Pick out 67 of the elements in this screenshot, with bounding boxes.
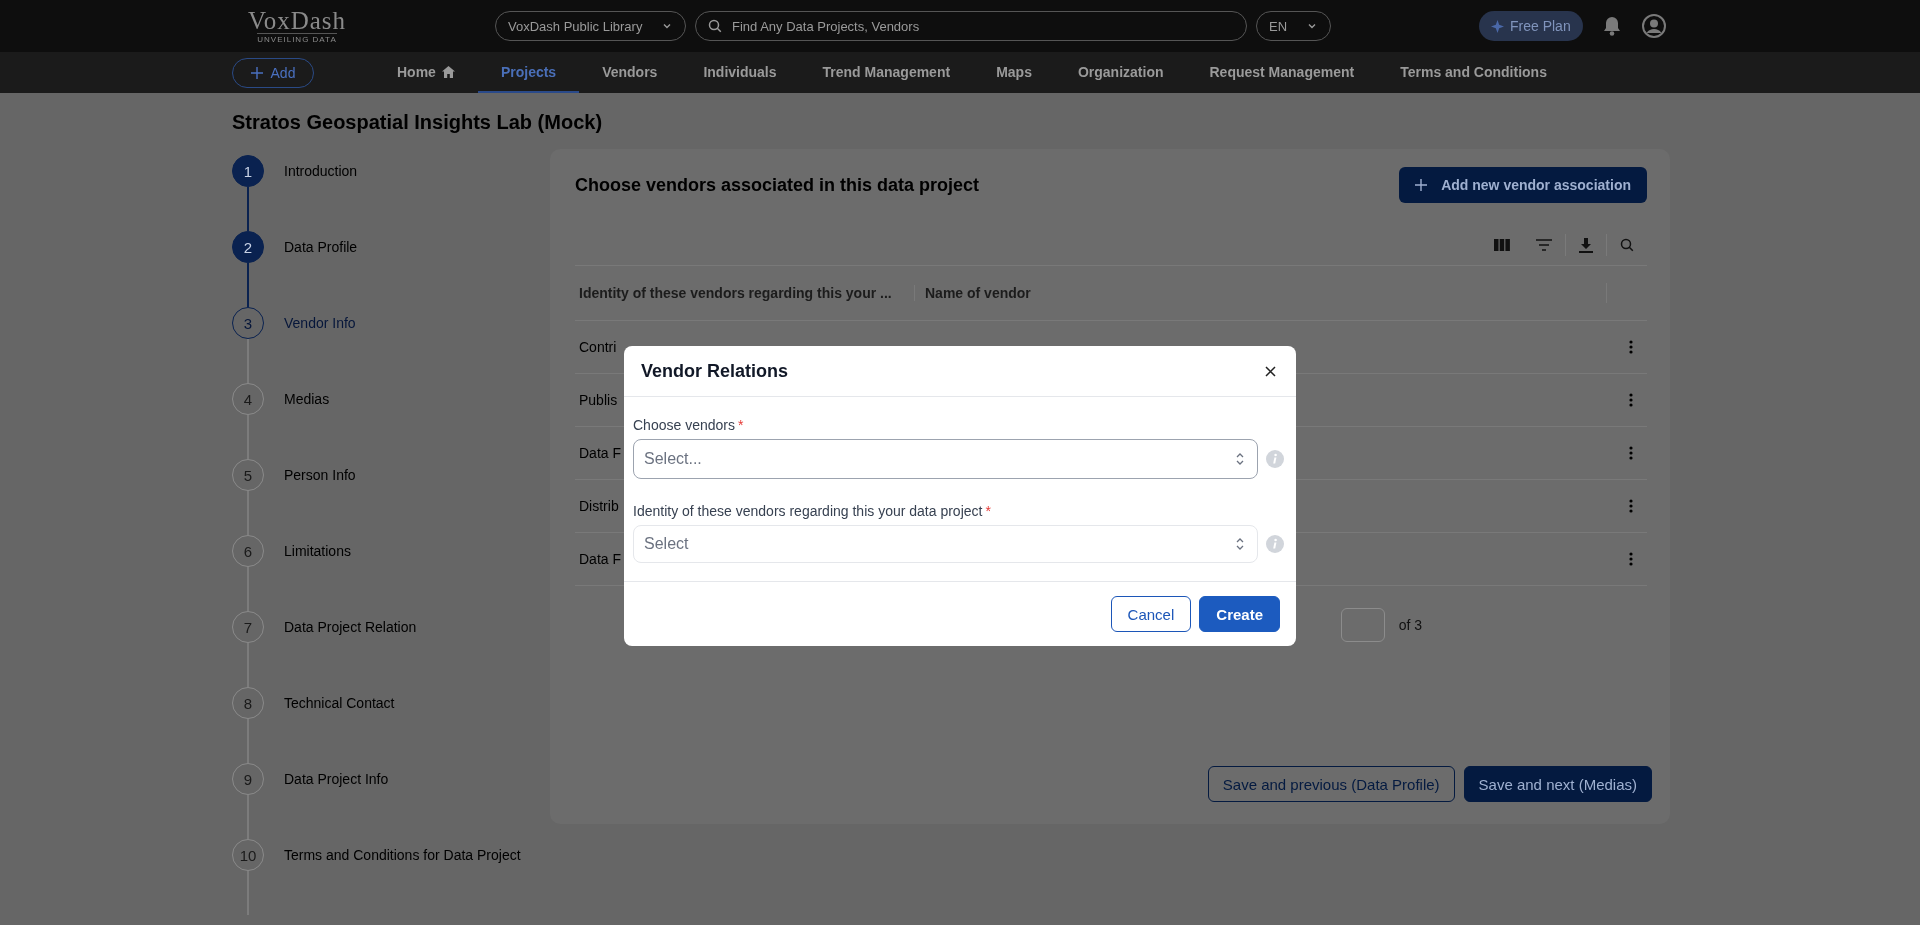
logo-text: VoxDash <box>247 8 347 33</box>
step-label[interactable]: Data Profile <box>284 231 358 263</box>
free-plan-button[interactable]: Free Plan <box>1479 11 1583 41</box>
search-icon <box>708 19 722 33</box>
more-options-icon[interactable] <box>1629 340 1633 354</box>
logo-tagline: UNVEILING DATA <box>257 32 337 44</box>
search-icon[interactable] <box>1620 238 1634 252</box>
step-label[interactable]: Introduction <box>284 155 358 187</box>
select-field[interactable]: Select... <box>633 439 1258 479</box>
more-options-icon[interactable] <box>1629 552 1633 566</box>
plus-icon <box>1415 179 1428 191</box>
sparkle-icon <box>1491 19 1504 33</box>
step-label[interactable]: Data Project Info <box>284 763 389 795</box>
step-label[interactable]: Medias <box>284 383 330 415</box>
save-next-button[interactable]: Save and next (Medias) <box>1463 766 1652 802</box>
step-label[interactable]: Person Info <box>284 459 356 491</box>
save-previous-button[interactable]: Save and previous (Data Profile) <box>1207 766 1455 802</box>
create-button[interactable]: Create <box>1199 596 1280 632</box>
step-label[interactable]: Technical Contact <box>284 687 395 719</box>
dialog-title: Vendor Relations <box>641 360 789 382</box>
download-icon[interactable] <box>1579 237 1593 253</box>
plus-icon <box>250 66 263 79</box>
nav-tab[interactable]: Maps <box>973 52 1055 93</box>
nav-tab[interactable]: Request Management <box>1186 52 1378 93</box>
field-label: Identity of these vendors regarding this your data project <box>633 503 983 519</box>
field-label: Choose vendors <box>633 417 735 433</box>
more-options-icon[interactable] <box>1629 499 1633 513</box>
nav-tab[interactable]: Projects <box>477 52 580 93</box>
table-cell-text: Publis <box>578 392 618 408</box>
nav-tab[interactable]: Individuals <box>680 52 800 93</box>
search-field[interactable]: Find Any Data Projects, Vendors <box>695 11 1247 41</box>
more-options-icon[interactable] <box>1629 393 1633 407</box>
add-vendor-association-button[interactable]: Add new vendor association <box>1399 167 1647 203</box>
user-avatar-icon[interactable] <box>1641 14 1666 38</box>
logo[interactable]: VoxDash UNVEILING DATA <box>232 8 362 44</box>
table-cell-text: Data F <box>578 551 621 567</box>
filter-icon[interactable] <box>1536 239 1552 251</box>
bell-icon[interactable] <box>1602 16 1621 36</box>
step-label[interactable]: Vendor Info <box>284 307 356 339</box>
step-number[interactable]: 2 <box>232 231 264 263</box>
nav-tab[interactable]: Organization <box>1054 52 1187 93</box>
table-cell-text: Data F <box>578 445 621 461</box>
nav-tab[interactable]: Trend Management <box>799 52 974 93</box>
required-mark: * <box>737 417 744 433</box>
nav-tab[interactable]: Home <box>374 52 478 93</box>
cancel-button[interactable]: Cancel <box>1110 596 1192 632</box>
column-header[interactable]: Identity of these vendors regarding this your ... <box>575 285 915 301</box>
home-icon <box>441 65 455 78</box>
step-number[interactable]: 1 <box>232 155 264 187</box>
section-heading: Choose vendors associated in this data project <box>575 174 980 196</box>
close-icon[interactable] <box>1265 365 1276 377</box>
nav-tab[interactable]: Terms and Conditions <box>1377 52 1570 93</box>
up-down-icon <box>1234 451 1246 467</box>
page-number-field[interactable] <box>1340 608 1385 642</box>
page-title: Stratos Geospatial Insights Lab (Mock) <box>232 111 604 135</box>
page-total: of 3 <box>1398 617 1422 633</box>
step-label[interactable]: Limitations <box>284 535 351 567</box>
step-label[interactable]: Data Project Relation <box>284 611 417 643</box>
columns-icon[interactable] <box>1494 239 1510 251</box>
required-mark: * <box>985 503 991 519</box>
up-down-icon <box>1234 536 1246 552</box>
table-cell-text: Distrib <box>578 498 619 514</box>
step-label[interactable]: Terms and Conditions for Data Project <box>284 839 521 871</box>
more-options-icon[interactable] <box>1629 446 1633 460</box>
column-header[interactable]: Name of vendor <box>915 285 1606 301</box>
table-cell-text: Contri <box>578 339 617 355</box>
nav-tab[interactable]: Vendors <box>579 52 681 93</box>
